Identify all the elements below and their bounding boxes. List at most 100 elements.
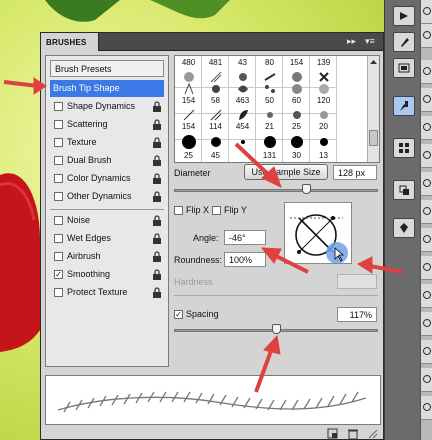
grid-icon[interactable] bbox=[393, 138, 415, 158]
wet-edges-checkbox[interactable] bbox=[54, 234, 63, 243]
layer-row[interactable] bbox=[421, 340, 432, 364]
clone-source-icon[interactable] bbox=[393, 180, 415, 200]
airbrush-checkbox[interactable] bbox=[54, 252, 63, 261]
protect-texture-checkbox[interactable] bbox=[54, 288, 63, 297]
flip-y-checkbox[interactable] bbox=[212, 206, 221, 215]
diameter-slider-track[interactable] bbox=[174, 189, 378, 192]
list-item-texture[interactable]: Texture bbox=[50, 134, 164, 151]
shape-dynamics-checkbox[interactable] bbox=[54, 102, 63, 111]
list-item-other-dynamics[interactable]: Other Dynamics bbox=[50, 188, 164, 205]
color-dynamics-checkbox[interactable] bbox=[54, 174, 63, 183]
trash-icon[interactable] bbox=[347, 428, 359, 439]
spacing-slider-thumb[interactable] bbox=[271, 324, 281, 334]
stamp-icon[interactable] bbox=[393, 218, 415, 238]
layer-row[interactable] bbox=[421, 256, 432, 280]
brush-settings-list: Brush Presets Brush Tip Shape Shape Dyna… bbox=[45, 55, 169, 367]
eye-icon[interactable] bbox=[423, 291, 431, 299]
panel-menu-icon[interactable]: ▾≡ bbox=[365, 36, 375, 48]
list-item-noise[interactable]: Noise bbox=[50, 212, 164, 229]
resize-grip-icon[interactable] bbox=[367, 428, 379, 439]
layer-row[interactable] bbox=[421, 284, 432, 308]
brush-tip[interactable]: 131 bbox=[256, 134, 283, 162]
eye-icon[interactable] bbox=[423, 235, 431, 243]
list-item-shape-dynamics[interactable]: Shape Dynamics bbox=[50, 98, 164, 115]
list-item-color-dynamics[interactable]: Color Dynamics bbox=[50, 170, 164, 187]
tab-brushes[interactable]: BRUSHES bbox=[41, 33, 99, 51]
list-divider bbox=[50, 209, 164, 210]
play-icon[interactable] bbox=[393, 6, 415, 26]
scroll-thumb[interactable] bbox=[369, 130, 378, 146]
use-sample-size-button[interactable]: Use Sample Size bbox=[244, 164, 328, 180]
new-preset-icon[interactable] bbox=[327, 428, 339, 439]
brush-tip-size: 60 bbox=[292, 96, 301, 105]
brush-tip-size: 43 bbox=[238, 58, 247, 67]
scattering-checkbox[interactable] bbox=[54, 120, 63, 129]
list-item-dual-brush[interactable]: Dual Brush bbox=[50, 152, 164, 169]
eye-icon[interactable] bbox=[423, 123, 431, 131]
brush-tip[interactable]: 30 bbox=[283, 134, 310, 162]
brush-tip[interactable]: 45 bbox=[202, 134, 229, 162]
eye-icon[interactable] bbox=[423, 347, 431, 355]
roundness-input[interactable]: 100% bbox=[224, 252, 266, 267]
list-item-label: Wet Edges bbox=[67, 233, 111, 243]
layer-row[interactable] bbox=[421, 312, 432, 336]
noise-checkbox[interactable] bbox=[54, 216, 63, 225]
list-item-label: Other Dynamics bbox=[67, 191, 132, 201]
brush-presets-button[interactable]: Brush Presets bbox=[50, 60, 164, 77]
list-item-wet-edges[interactable]: Wet Edges bbox=[50, 230, 164, 247]
layer-row[interactable] bbox=[421, 60, 432, 84]
brush-tip-size: 13 bbox=[319, 151, 328, 160]
spacing-checkbox[interactable]: ✓ bbox=[174, 310, 183, 319]
brush-tool-icon[interactable] bbox=[393, 32, 415, 52]
list-item-protect-texture[interactable]: Protect Texture bbox=[50, 284, 164, 301]
layer-row[interactable] bbox=[421, 116, 432, 140]
diameter-slider-thumb[interactable] bbox=[302, 184, 312, 194]
brush-tip-size: 58 bbox=[211, 96, 220, 105]
layer-row[interactable] bbox=[421, 144, 432, 168]
eye-icon[interactable] bbox=[423, 7, 431, 15]
eye-icon[interactable] bbox=[423, 263, 431, 271]
eye-icon[interactable] bbox=[423, 207, 431, 215]
layer-row[interactable] bbox=[421, 368, 432, 392]
eye-icon[interactable] bbox=[423, 375, 431, 383]
texture-checkbox[interactable] bbox=[54, 138, 63, 147]
brush-panel-icon[interactable] bbox=[393, 96, 415, 116]
layer-row[interactable] bbox=[421, 396, 432, 420]
scroll-up-icon[interactable] bbox=[369, 58, 378, 66]
tips-scrollbar[interactable] bbox=[367, 56, 379, 162]
layer-row[interactable] bbox=[421, 172, 432, 196]
diameter-input[interactable]: 128 px bbox=[333, 165, 377, 180]
list-item-scattering[interactable]: Scattering bbox=[50, 116, 164, 133]
list-item-label: Shape Dynamics bbox=[67, 101, 136, 111]
eye-icon[interactable] bbox=[423, 151, 431, 159]
angle-input[interactable]: -46° bbox=[224, 230, 266, 245]
eye-icon[interactable] bbox=[423, 403, 431, 411]
smoothing-checkbox[interactable]: ✓ bbox=[54, 270, 63, 279]
eye-icon[interactable] bbox=[423, 67, 431, 75]
list-item-airbrush[interactable]: Airbrush bbox=[50, 248, 164, 265]
collapse-panel-icon[interactable]: ▸▸ bbox=[347, 36, 356, 48]
angle-roundness-widget[interactable] bbox=[284, 202, 352, 264]
eye-icon[interactable] bbox=[423, 31, 431, 39]
eye-icon[interactable] bbox=[423, 319, 431, 327]
other-dynamics-checkbox[interactable] bbox=[54, 192, 63, 201]
dual-brush-checkbox[interactable] bbox=[54, 156, 63, 165]
brush-tip[interactable]: 25 bbox=[175, 134, 202, 162]
flip-x-checkbox[interactable] bbox=[174, 206, 183, 215]
layer-row[interactable] bbox=[421, 228, 432, 252]
layer-row[interactable] bbox=[421, 24, 432, 48]
brush-tip[interactable]: 13 bbox=[310, 134, 337, 162]
layer-row[interactable] bbox=[421, 0, 432, 24]
brush-tip[interactable] bbox=[229, 134, 256, 162]
list-item-brush-tip-shape[interactable]: Brush Tip Shape bbox=[50, 80, 164, 97]
eye-icon[interactable] bbox=[423, 179, 431, 187]
brush-tip-size: 50 bbox=[265, 96, 274, 105]
list-item-smoothing[interactable]: ✓ Smoothing bbox=[50, 266, 164, 283]
list-item-label: Color Dynamics bbox=[67, 173, 131, 183]
eye-icon[interactable] bbox=[423, 95, 431, 103]
layer-row[interactable] bbox=[421, 200, 432, 224]
layer-row[interactable] bbox=[421, 88, 432, 112]
flip-y-label: Flip Y bbox=[224, 205, 247, 215]
spacing-input[interactable]: 117% bbox=[337, 307, 377, 322]
frame-icon[interactable] bbox=[393, 58, 415, 78]
